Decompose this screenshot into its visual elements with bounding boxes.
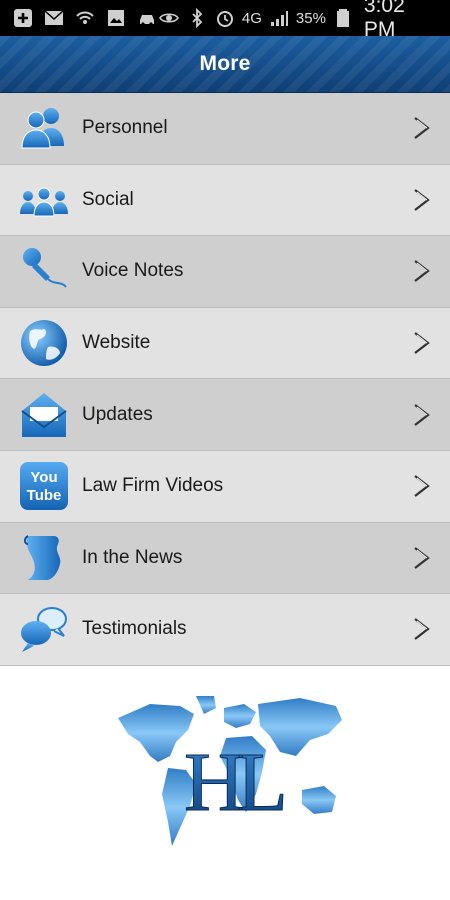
youtube-icon: You Tube — [18, 460, 70, 512]
menu-item-label: Updates — [82, 403, 153, 425]
menu-item-label: Website — [82, 332, 151, 354]
title-bar: More — [0, 36, 450, 94]
page-title: More — [199, 52, 251, 75]
menu-list: Personnel Social Voice Notes Website Upd… — [0, 93, 450, 666]
personnel-icon — [18, 102, 70, 154]
eye-icon — [158, 7, 180, 29]
social-icon — [18, 174, 70, 226]
alarm-icon — [214, 7, 236, 29]
chevron-right-icon — [412, 472, 432, 500]
menu-item-voice-notes[interactable]: Voice Notes — [0, 236, 450, 308]
menu-item-personnel[interactable]: Personnel — [0, 93, 450, 165]
status-bar: 4G 35% 3:02 PM — [0, 0, 450, 41]
youtube-icon-text-you: You — [30, 469, 57, 486]
battery-percent: 35% — [295, 9, 326, 27]
youtube-icon-text-tube: Tube — [27, 487, 62, 504]
menu-item-social[interactable]: Social — [0, 164, 450, 237]
add-icon — [12, 7, 34, 29]
menu-item-label: Personnel — [82, 117, 168, 139]
chevron-right-icon — [412, 329, 432, 357]
chevron-right-icon — [412, 544, 432, 572]
menu-item-label: Law Firm Videos — [82, 475, 224, 497]
logo-monogram: HL — [184, 736, 284, 829]
menu-item-law-firm-videos[interactable]: You Tube Law Firm Videos — [0, 450, 450, 523]
mail-icon — [43, 7, 65, 29]
image-icon — [105, 7, 127, 29]
scroll-icon — [18, 532, 70, 584]
menu-item-testimonials[interactable]: Testimonials — [0, 594, 450, 666]
chevron-right-icon — [412, 401, 432, 429]
signal-icon — [268, 7, 290, 29]
car-icon — [136, 7, 158, 29]
menu-item-updates[interactable]: Updates — [0, 379, 450, 451]
menu-item-website[interactable]: Website — [0, 307, 450, 380]
envelope-icon — [18, 389, 70, 441]
battery-icon — [332, 7, 354, 29]
speech-bubbles-icon — [18, 603, 70, 655]
menu-item-in-the-news[interactable]: In the News — [0, 522, 450, 595]
firm-logo: HL — [110, 690, 350, 860]
menu-item-label: Social — [82, 188, 134, 210]
chevron-right-icon — [412, 114, 432, 142]
chevron-right-icon — [412, 257, 432, 285]
bluetooth-icon — [186, 7, 208, 29]
chevron-right-icon — [412, 186, 432, 214]
microphone-icon — [18, 245, 70, 297]
globe-icon — [18, 317, 70, 369]
network-type-label: 4G — [241, 9, 262, 27]
chevron-right-icon — [412, 615, 432, 643]
menu-item-label: Testimonials — [82, 618, 187, 640]
wifi-hotspot-icon — [74, 7, 96, 29]
menu-item-label: Voice Notes — [82, 260, 184, 282]
menu-item-label: In the News — [82, 546, 183, 568]
